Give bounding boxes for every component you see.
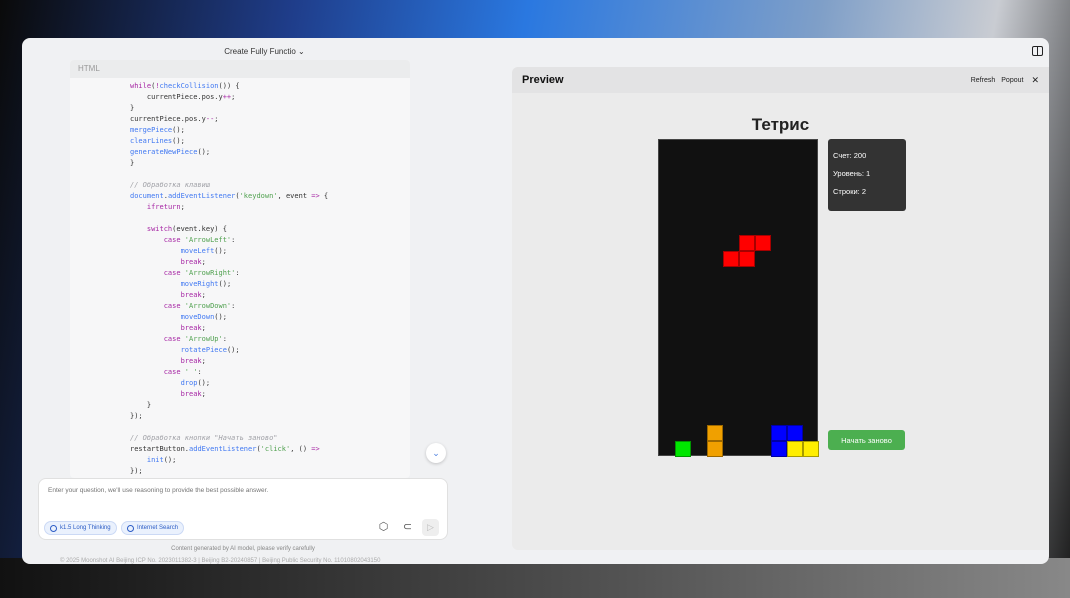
code-line: restartButton.addEventListener('click', … [130, 445, 320, 453]
code-line: // Обработка кнопки "Начать заново" [130, 434, 278, 442]
code-line: // Обработка клавиш [130, 181, 211, 189]
preview-header: Preview Refresh Popout ✕ [512, 67, 1049, 93]
code-line: clearLines(); [130, 137, 185, 145]
internet-search-toggle[interactable]: Internet Search [121, 521, 185, 535]
send-button[interactable]: ▷ [422, 519, 439, 536]
game-board[interactable] [658, 139, 819, 457]
code-line: while(!checkCollision()) { [130, 82, 240, 90]
tetromino-block [707, 425, 723, 442]
code-line: drop(); [180, 379, 211, 387]
score-display: Счет: 200 [833, 151, 867, 160]
code-line: rotatePiece(); [180, 346, 240, 354]
tetromino-block [771, 441, 787, 457]
tetromino-block [787, 441, 803, 457]
tetromino-block [707, 441, 723, 457]
code-line: } [130, 401, 152, 409]
code-line: document.addEventListener('keydown', eve… [130, 192, 329, 200]
code-line: break; [180, 324, 206, 332]
cube-icon[interactable]: ⬡ [377, 521, 390, 534]
code-line: case 'ArrowLeft': [163, 236, 236, 244]
refresh-button[interactable]: Refresh [971, 77, 996, 84]
code-line: } [130, 104, 135, 112]
code-line: currentPiece.pos.y--; [130, 115, 219, 123]
code-line: currentPiece.pos.y++; [130, 93, 236, 101]
lines-display: Строки: 2 [833, 187, 867, 196]
code-line: mergePiece(); [130, 126, 185, 134]
tetromino-block [723, 250, 739, 267]
stats-panel: Счет: 200 Уровень: 1 Строки: 2 [828, 139, 906, 211]
game-title: Тетрис [751, 115, 810, 134]
popout-button[interactable]: Popout [1001, 77, 1023, 84]
code-line: }); [130, 467, 143, 475]
tetromino-block [787, 425, 803, 442]
long-thinking-label: k1.5 Long Thinking [60, 525, 111, 531]
code-block: HTML while(!checkCollision()) { currentP… [70, 60, 410, 478]
level-display: Уровень: 1 [833, 169, 871, 178]
code-line: case ' ': [163, 368, 202, 376]
footer-legal: © 2025 Moonshot AI Beijing ICP No. 20230… [60, 558, 381, 564]
conversation-title[interactable]: Create Fully Functio ⌄ [22, 47, 507, 56]
tetromino-block [675, 441, 691, 457]
chevron-double-down-icon: ⌄ [432, 447, 440, 458]
scroll-down-button[interactable]: ⌄ [426, 443, 446, 463]
code-line: moveLeft(); [180, 247, 227, 255]
lightbulb-icon [50, 524, 57, 532]
code-line: break; [180, 258, 206, 266]
code-line: } [130, 159, 135, 167]
tetromino-block [771, 425, 787, 442]
panel-toggle-icon[interactable] [1032, 46, 1043, 56]
tetromino-block [739, 235, 755, 251]
chat-input[interactable] [48, 487, 438, 494]
preview-title: Preview [522, 74, 564, 86]
code-line: break; [180, 357, 206, 365]
code-line: case 'ArrowRight': [163, 269, 240, 277]
code-line: init(); [146, 456, 177, 464]
app-window: Create Fully Functio ⌄ HTML while(!check… [22, 38, 1049, 564]
tetromino-block [755, 235, 771, 251]
close-icon[interactable]: ✕ [1031, 75, 1039, 86]
code-line: case 'ArrowDown': [163, 302, 236, 310]
tetromino-block [739, 250, 755, 267]
tetromino-block [803, 441, 819, 457]
code-line: generateNewPiece(); [130, 148, 211, 156]
restart-button[interactable]: Начать заново [828, 430, 905, 450]
chat-input-box: k1.5 Long Thinking Internet Search ⬡ ⊂ ▷ [38, 478, 448, 540]
long-thinking-toggle[interactable]: k1.5 Long Thinking [44, 521, 117, 535]
internet-search-label: Internet Search [137, 525, 179, 531]
globe-icon [127, 524, 134, 532]
code-line: moveDown(); [180, 313, 227, 321]
code-line: case 'ArrowUp': [163, 335, 227, 343]
code-line: break; [180, 291, 206, 299]
preview-panel: Preview Refresh Popout ✕ Тетрис Счет: 20… [512, 67, 1049, 550]
background-shade [0, 558, 1070, 598]
code-content: while(!checkCollision()) { currentPiece.… [70, 78, 410, 477]
ai-disclaimer: Content generated by AI model, please ve… [171, 546, 315, 552]
attachment-icon[interactable]: ⊂ [401, 521, 414, 534]
code-line: break; [180, 390, 206, 398]
code-line: moveRight(); [180, 280, 232, 288]
code-language-label: HTML [70, 60, 410, 78]
code-line: switch(event.key) { [146, 225, 227, 233]
code-line: }); [130, 412, 143, 420]
code-line: ifreturn; [146, 203, 185, 211]
